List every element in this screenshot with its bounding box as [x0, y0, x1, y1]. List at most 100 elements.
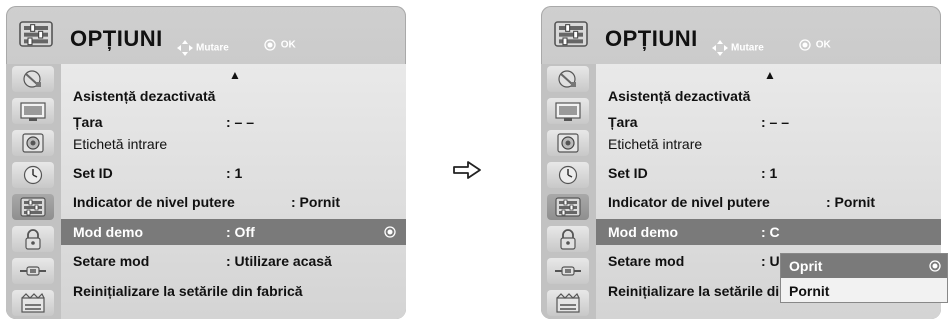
radio-selected-icon — [929, 260, 941, 272]
sidebar-item-media[interactable] — [547, 290, 589, 316]
navigation-arrows-icon — [177, 40, 193, 56]
row-value: : 1 — [761, 165, 778, 181]
row-label: Țara — [608, 114, 638, 130]
menu-header: OPȚIUNI Mutare OK — [6, 6, 406, 64]
clock-icon — [23, 165, 43, 185]
row-value: : Pornit — [826, 194, 875, 210]
row-value: : – – — [226, 114, 255, 130]
sidebar-item-channel[interactable] — [547, 66, 589, 92]
picture-icon — [20, 102, 46, 122]
row-label: Mod demo — [608, 224, 678, 240]
lock-icon — [25, 229, 41, 250]
picture-icon — [555, 102, 581, 122]
menu-row-set-id[interactable]: Set ID : 1 — [596, 160, 941, 186]
ok-hint: OK — [799, 39, 831, 51]
scroll-up-arrow-icon[interactable]: ▲ — [229, 68, 241, 82]
scroll-up-arrow-icon[interactable]: ▲ — [764, 68, 776, 82]
menu-row-input-label[interactable]: Etichetă intrare — [61, 131, 406, 157]
row-label: Setare mod — [73, 253, 150, 269]
sidebar-item-time[interactable] — [12, 162, 54, 188]
row-value: : Utilizare acasă — [226, 253, 332, 269]
sidebar-item-lock[interactable] — [547, 226, 589, 252]
menu-row-factory-reset[interactable]: Reinițializare la setările din fabrică — [61, 278, 406, 304]
options-list: ▲ Asistență dezactivată Țara : – – Etich… — [61, 64, 406, 319]
row-label: Țara — [73, 114, 103, 130]
menu-title: OPȚIUNI — [70, 26, 163, 51]
navigation-arrows-icon — [712, 40, 728, 56]
input-icon — [19, 266, 47, 276]
row-label: Indicator de nivel putere — [73, 194, 235, 210]
options-menu-panel: OPȚIUNI Mutare OK ▲ Asistență dezactivat… — [6, 6, 406, 319]
ok-radio-icon — [264, 39, 276, 51]
satellite-icon — [558, 70, 577, 88]
move-hint: Mutare — [711, 39, 764, 57]
row-label: Asistență dezactivată — [608, 88, 751, 104]
sidebar-item-channel[interactable] — [12, 66, 54, 92]
row-label: Etichetă intrare — [608, 136, 703, 152]
row-value: : Pornit — [291, 194, 340, 210]
audio-icon — [22, 133, 44, 153]
popup-option-on[interactable]: Pornit — [781, 279, 947, 303]
sidebar-item-options[interactable] — [12, 194, 54, 220]
row-value: : C — [761, 224, 780, 240]
sidebar-item-lock[interactable] — [12, 226, 54, 252]
move-hint-label: Mutare — [196, 42, 229, 54]
row-value: : U — [761, 253, 780, 269]
input-icon — [554, 266, 582, 276]
options-icon — [20, 197, 46, 217]
ok-hint: OK — [264, 39, 296, 51]
sidebar-item-media[interactable] — [12, 290, 54, 316]
options-icon — [554, 21, 588, 47]
row-label: Reinițializare la setările din fabrică — [73, 283, 303, 299]
popup-option-off[interactable]: Oprit — [781, 254, 947, 278]
menu-header: OPȚIUNI Mutare OK — [541, 6, 941, 64]
sidebar-item-audio[interactable] — [12, 130, 54, 156]
popup-option-label: Pornit — [789, 283, 830, 299]
ok-radio-icon — [799, 39, 811, 51]
row-label: Mod demo — [73, 224, 143, 240]
move-hint: Mutare — [176, 39, 229, 57]
move-hint-label: Mutare — [731, 42, 764, 54]
popup-option-label: Oprit — [789, 258, 823, 274]
menu-row-demo-mode[interactable]: Mod demo : C — [596, 219, 941, 245]
row-label: Set ID — [608, 165, 648, 181]
menu-row-power-indicator[interactable]: Indicator de nivel putere : Pornit — [61, 189, 406, 215]
lock-icon — [560, 229, 576, 250]
sidebar-item-picture[interactable] — [12, 98, 54, 124]
ok-hint-label: OK — [815, 39, 831, 51]
menu-row-assistance[interactable]: Asistență dezactivată — [596, 83, 941, 109]
row-label: Etichetă intrare — [73, 136, 168, 152]
radio-selected-icon — [384, 226, 396, 238]
sidebar-item-input[interactable] — [12, 258, 54, 284]
row-label: Set ID — [73, 165, 113, 181]
menu-row-set-id[interactable]: Set ID : 1 — [61, 160, 406, 186]
sidebar-item-options[interactable] — [547, 194, 589, 220]
row-label: Asistență dezactivată — [73, 88, 216, 104]
ok-hint-label: OK — [280, 39, 296, 51]
menu-row-power-indicator[interactable]: Indicator de nivel putere : Pornit — [596, 189, 941, 215]
sidebar-item-picture[interactable] — [547, 98, 589, 124]
audio-icon — [557, 133, 579, 153]
options-icon — [19, 21, 53, 47]
sidebar-item-audio[interactable] — [547, 130, 589, 156]
menu-row-mode-setting[interactable]: Setare mod : Utilizare acasă — [61, 248, 406, 274]
transition-arrow-icon — [453, 161, 481, 179]
menu-row-assistance[interactable]: Asistență dezactivată — [61, 83, 406, 109]
demo-mode-options-popup: Oprit Pornit — [780, 253, 948, 303]
menu-row-demo-mode[interactable]: Mod demo : Off — [61, 219, 406, 245]
menu-title: OPȚIUNI — [605, 26, 698, 51]
menu-row-input-label[interactable]: Etichetă intrare — [596, 131, 941, 157]
satellite-icon — [23, 70, 42, 88]
row-label: Indicator de nivel putere — [608, 194, 770, 210]
row-value: : – – — [761, 114, 790, 130]
category-sidebar — [6, 64, 61, 319]
media-icon — [556, 293, 580, 313]
options-icon — [555, 197, 581, 217]
media-icon — [21, 293, 45, 313]
sidebar-item-time[interactable] — [547, 162, 589, 188]
row-label: Setare mod — [608, 253, 685, 269]
category-sidebar — [541, 64, 596, 319]
clock-icon — [558, 165, 578, 185]
row-value: : 1 — [226, 165, 243, 181]
sidebar-item-input[interactable] — [547, 258, 589, 284]
